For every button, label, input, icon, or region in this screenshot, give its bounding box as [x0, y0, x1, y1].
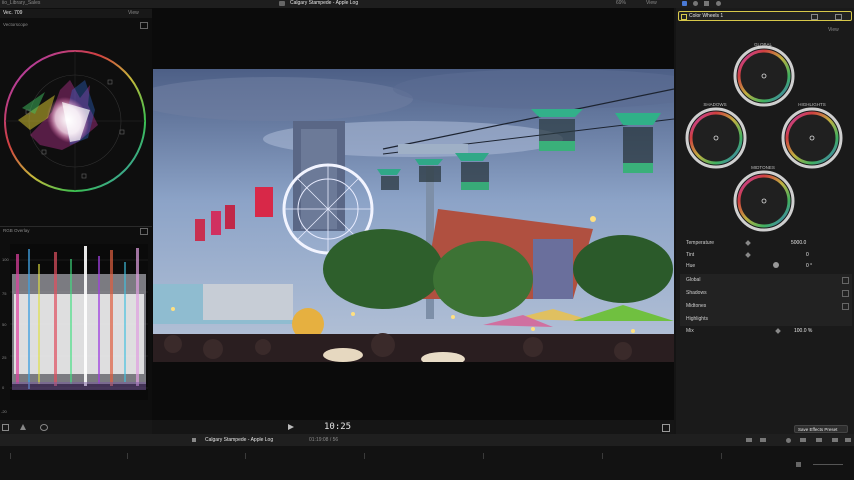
- inspector-view-menu[interactable]: View: [828, 27, 839, 33]
- hue-value[interactable]: 0 °: [806, 263, 812, 269]
- tint-value[interactable]: 0: [806, 252, 809, 258]
- mix-label: Mix: [686, 328, 694, 334]
- section-midtones[interactable]: Midtones: [686, 303, 706, 309]
- temperature-value[interactable]: 5000.0: [791, 240, 806, 246]
- global-color-wheel[interactable]: [733, 45, 795, 107]
- hue-dial-icon[interactable]: [773, 262, 779, 268]
- library-label[interactable]: iio_Library_Sales: [2, 0, 40, 6]
- transitions-browser-icon[interactable]: [845, 438, 851, 442]
- timeline-area[interactable]: [0, 446, 854, 480]
- section-midtones-reset-icon[interactable]: [842, 303, 849, 310]
- scope-settings-icon[interactable]: [140, 22, 148, 29]
- scope-view-menu[interactable]: View: [128, 10, 139, 16]
- temperature-label: Temperature: [686, 240, 715, 246]
- window-title: Calgary Stampede - Apple Log: [290, 0, 359, 6]
- save-effects-preset-label: Save Effects Preset: [798, 427, 838, 432]
- audio-meter-icon[interactable]: [760, 438, 766, 442]
- audio-inspector-icon[interactable]: [693, 1, 698, 6]
- clip-appearance-icon[interactable]: [746, 438, 752, 442]
- tint-label: Tint: [686, 252, 695, 258]
- video-inspector-icon[interactable]: [682, 1, 687, 6]
- waveform-scale-50: 50: [2, 322, 7, 327]
- waveform-monitor: [10, 244, 148, 400]
- zoom-out-icon[interactable]: [796, 462, 801, 467]
- timeline-duration: 01:19:08 / 56: [309, 437, 339, 443]
- section-shadows[interactable]: Shadows: [686, 290, 707, 296]
- effect-reset-icon[interactable]: [835, 14, 842, 20]
- section-global[interactable]: Global: [686, 277, 700, 283]
- shadows-color-wheel[interactable]: [685, 107, 747, 169]
- waveform-scale-bottom: -20: [1, 409, 7, 414]
- timeline-header: Calgary Stampede - Apple Log 01:19:08 / …: [0, 434, 854, 446]
- effects-browser-icon[interactable]: [832, 438, 838, 442]
- top-toolbar: iio_Library_Sales Calgary Stampede - App…: [0, 0, 854, 8]
- viewer-controls: 10:25: [152, 420, 674, 434]
- vectorscope-label: Vectorscope: [3, 22, 28, 27]
- snapping-icon[interactable]: [816, 438, 822, 442]
- scope-header: Vec. 709 View: [0, 9, 152, 18]
- viewer-view-menu[interactable]: View: [646, 0, 657, 6]
- mix-value[interactable]: 100.0 %: [794, 328, 812, 334]
- speed-icon[interactable]: [40, 424, 48, 431]
- timeline-zoom-slider[interactable]: [813, 464, 843, 465]
- timeline-project-name[interactable]: Calgary Stampede - Apple Log: [205, 437, 273, 443]
- effect-selector[interactable]: Color Wheels 1: [678, 11, 852, 21]
- index-icon[interactable]: [192, 438, 196, 442]
- highlights-color-wheel[interactable]: [781, 107, 843, 169]
- crop-icon[interactable]: [2, 424, 9, 431]
- section-shadows-reset-icon[interactable]: [842, 290, 849, 297]
- waveform-scale-100: 100: [2, 257, 9, 262]
- vectorscope-trace: [18, 80, 98, 150]
- headphones-icon[interactable]: [786, 438, 791, 443]
- clapper-icon: [279, 1, 285, 6]
- hue-label: Hue: [686, 263, 696, 269]
- skimming-icon[interactable]: [800, 438, 806, 442]
- viewer-timecode: 10:25: [324, 422, 352, 432]
- enhance-wand-icon[interactable]: [20, 424, 26, 430]
- section-highlights[interactable]: Highlights: [686, 316, 708, 322]
- save-effects-preset-button[interactable]: Save Effects Preset: [794, 425, 848, 433]
- info-inspector-icon[interactable]: [704, 1, 709, 6]
- scope-title: Vec. 709: [3, 10, 23, 16]
- vectorscope: [4, 50, 146, 192]
- color-inspector-icon[interactable]: [716, 1, 721, 6]
- left-bottom-toolbar: [0, 420, 152, 434]
- viewer-frame[interactable]: [153, 69, 674, 362]
- effect-menu-icon[interactable]: [811, 14, 818, 20]
- waveform-scale-0: 0: [2, 385, 5, 390]
- section-global-reset-icon[interactable]: [842, 277, 849, 284]
- zoom-level[interactable]: 69%: [616, 0, 626, 6]
- midtones-color-wheel[interactable]: [733, 170, 795, 232]
- waveform-label: RGB Overlay: [3, 228, 30, 233]
- effect-checkbox-icon[interactable]: [681, 14, 687, 20]
- effect-name: Color Wheels 1: [689, 13, 724, 19]
- waveform-scale-25: 25: [2, 355, 7, 360]
- waveform-settings-icon[interactable]: [140, 228, 148, 235]
- play-icon[interactable]: [288, 424, 294, 430]
- waveform-scale-75: 75: [2, 291, 7, 296]
- color-wheels: [685, 45, 843, 232]
- fullscreen-icon[interactable]: [662, 424, 670, 432]
